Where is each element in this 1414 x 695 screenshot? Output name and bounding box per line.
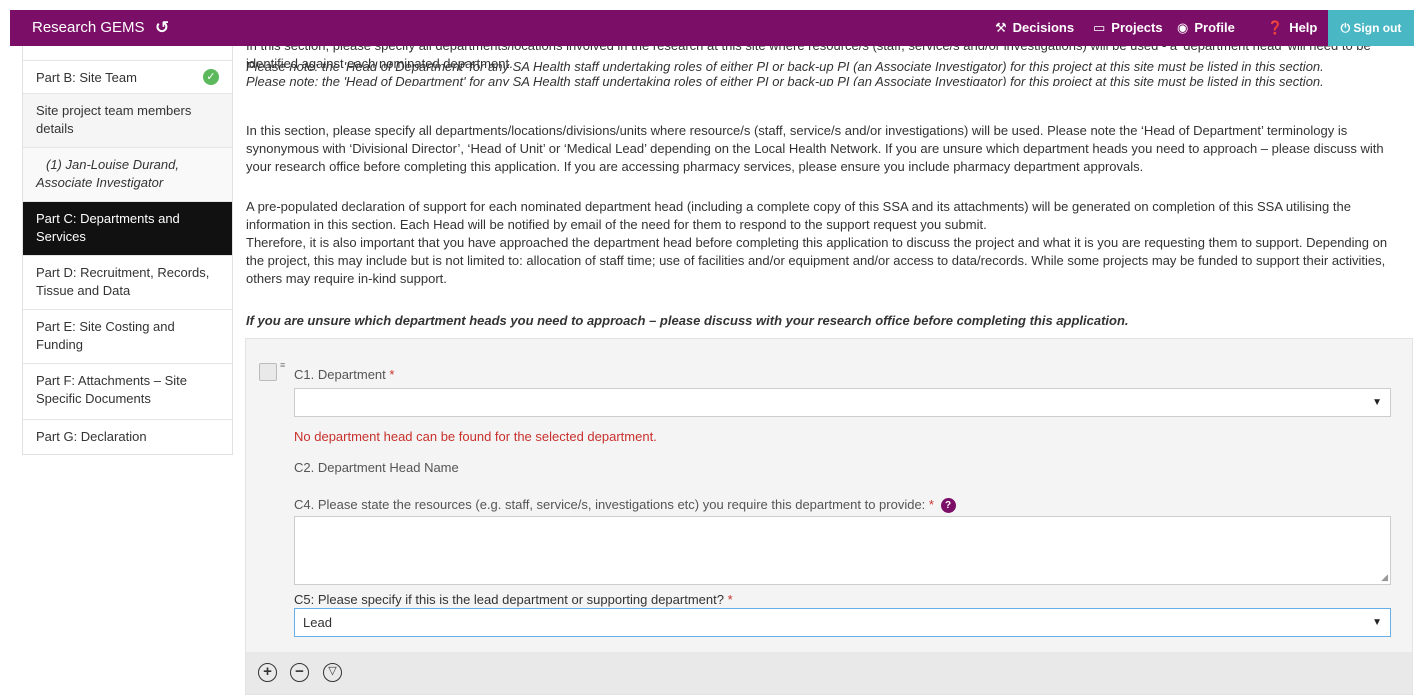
nav-help[interactable]: ❓ Help <box>1267 10 1317 46</box>
user-circle-icon: ◉ <box>1177 20 1189 35</box>
remove-row-button[interactable]: − <box>290 663 309 682</box>
question-circle-icon: ❓ <box>1267 20 1284 35</box>
sidebar-nav: Part B: Site Team ✓ Site project team me… <box>22 46 233 455</box>
chevron-down-icon: ▼ <box>1372 617 1382 628</box>
row-actions-footer: + − ▽ <box>246 652 1412 694</box>
nav-profile[interactable]: ◉ Profile <box>1177 10 1235 46</box>
help-icon[interactable]: ? <box>940 498 956 514</box>
sidebar-item-part-b[interactable]: Part B: Site Team ✓ <box>23 60 232 93</box>
department-select[interactable]: ▼ <box>294 388 1391 417</box>
c5-label: C5: Please specify if this is the lead d… <box>294 592 733 607</box>
main-content: Please note: the 'Head of Department' fo… <box>246 49 1411 328</box>
intro-paragraph-3: A pre-populated declaration of support f… <box>246 199 1388 286</box>
top-navbar: Research GEMS ↺ ⚒ Decisions ▭ Projects ◉ Pr… <box>10 10 1414 46</box>
refresh-icon[interactable]: ↺ <box>155 10 169 46</box>
gavel-icon: ⚒ <box>995 20 1007 35</box>
department-error-message: No department head can be found for the … <box>294 429 657 444</box>
monitor-icon: ▭ <box>1093 20 1106 35</box>
sidebar-item-part-e[interactable]: Part E: Site Costing and Funding <box>23 309 232 363</box>
sidebar-item-investigator[interactable]: (1) Jan-Louise Durand, Associate Investi… <box>23 147 232 201</box>
lead-department-select[interactable]: Lead ▼ <box>294 608 1391 637</box>
intro-paragraph-2: In this section, please specify all depa… <box>246 123 1384 174</box>
c2-label: C2. Department Head Name <box>294 460 459 475</box>
row-select-checkbox[interactable] <box>259 363 277 381</box>
sidebar-item-part-d[interactable]: Part D: Recruitment, Records, Tissue and… <box>23 255 232 309</box>
nav-decisions[interactable]: ⚒ Decisions <box>995 10 1074 46</box>
brand-logo[interactable]: Research GEMS <box>32 10 145 46</box>
resize-grip-icon[interactable]: ◢ <box>1381 572 1388 583</box>
sidebar-item-team-members[interactable]: Site project team members details <box>23 93 232 147</box>
sidebar-item-part-g[interactable]: Part G: Declaration <box>23 419 232 454</box>
filter-rows-button[interactable]: ▽ <box>323 663 342 682</box>
c1-label: C1. Department * <box>294 367 395 382</box>
sign-out-button[interactable]: ⏻ Sign out <box>1328 10 1414 46</box>
intro-paragraph-4: If you are unsure which department heads… <box>246 313 1129 328</box>
chevron-down-icon: ▼ <box>1372 397 1382 408</box>
sidebar-item-part-f[interactable]: Part F: Attachments – Site Specific Docu… <box>23 363 232 419</box>
intro-note: Please note: the 'Head of Department' fo… <box>246 59 1324 74</box>
add-row-button[interactable]: + <box>258 663 277 682</box>
sidebar-item-part-c[interactable]: Part C: Departments and Services <box>23 201 232 255</box>
sidebar-top-spacer <box>23 46 232 60</box>
check-icon: ✓ <box>203 69 219 85</box>
c4-label: C4. Please state the resources (e.g. sta… <box>294 497 956 514</box>
drag-handle-icon[interactable]: ≡ <box>280 361 285 370</box>
nav-projects[interactable]: ▭ Projects <box>1093 10 1163 46</box>
department-form-panel: ≡ C1. Department * ▼ No department head … <box>245 338 1413 695</box>
resources-textarea[interactable]: ◢ <box>294 516 1391 585</box>
power-icon: ⏻ <box>1340 21 1351 35</box>
